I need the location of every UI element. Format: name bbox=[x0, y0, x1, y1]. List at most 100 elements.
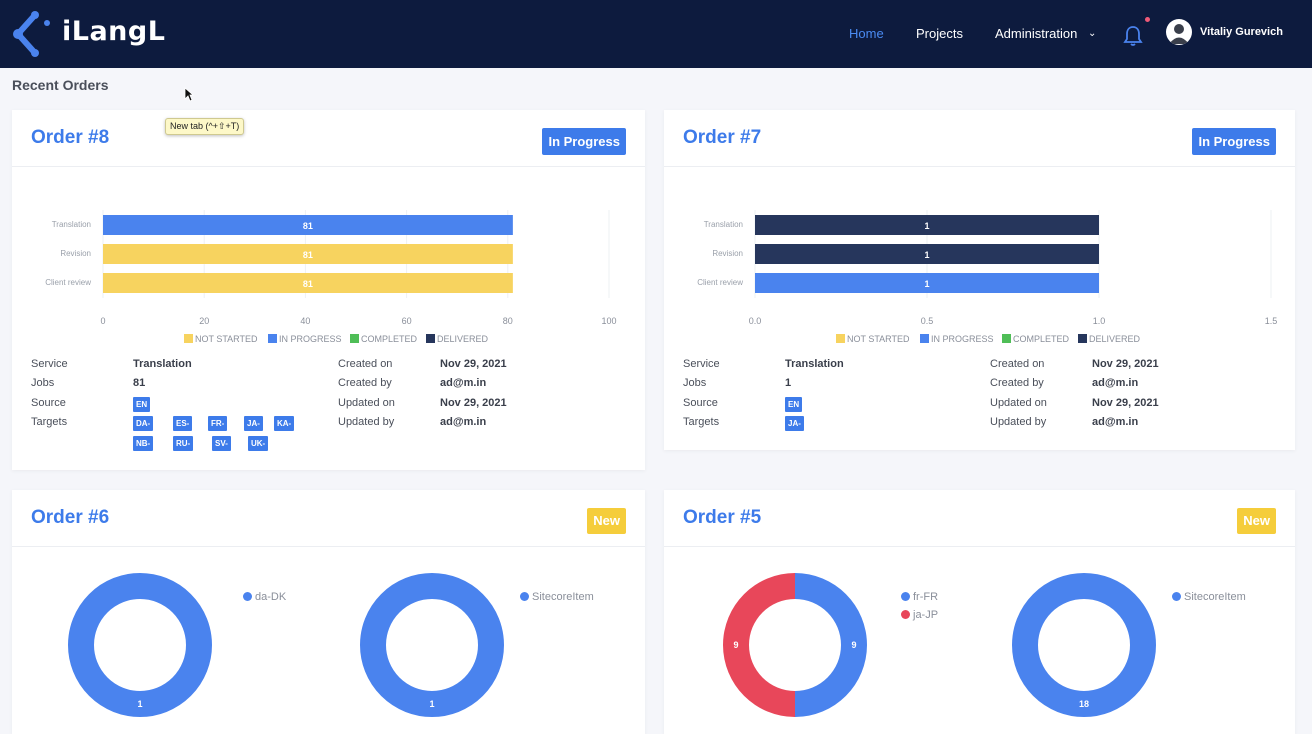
legend-dot bbox=[520, 592, 529, 601]
nav-home[interactable]: Home bbox=[849, 26, 884, 41]
legend-dot bbox=[901, 592, 910, 601]
x-tick-label: 1.5 bbox=[1265, 316, 1278, 326]
language-donut-chart: 1 bbox=[68, 573, 212, 717]
item-type-donut-chart: 1 bbox=[360, 573, 504, 717]
updated-on-label: Updated on bbox=[338, 397, 395, 409]
order-title[interactable]: Order #8 bbox=[31, 127, 109, 149]
donut-value-label: 9 bbox=[851, 640, 856, 650]
donut-slice[interactable] bbox=[1012, 573, 1156, 717]
jobs-label: Jobs bbox=[31, 377, 55, 389]
donut-legend: fr-FR ja-JP bbox=[901, 591, 938, 627]
y-category-label: Client review bbox=[697, 278, 743, 287]
targets-label: Targets bbox=[31, 416, 68, 428]
language-donut-chart: 99 bbox=[723, 573, 867, 717]
x-tick-label: 100 bbox=[601, 316, 616, 326]
top-navigation-bar: iLangL Home Projects Administration ⌄ Vi… bbox=[0, 0, 1312, 68]
chevron-down-icon[interactable]: ⌄ bbox=[1088, 28, 1096, 39]
legend-label: ja-JP bbox=[913, 609, 939, 621]
card-header: Order #8 In Progress bbox=[12, 110, 645, 167]
legend-label: SitecoreItem bbox=[532, 591, 594, 603]
created-on-value: Nov 29, 2021 bbox=[440, 358, 507, 370]
avatar[interactable] bbox=[1166, 19, 1192, 45]
updated-by-value: ad@m.in bbox=[1092, 416, 1139, 428]
legend-label: SitecoreItem bbox=[1184, 591, 1246, 603]
order-title[interactable]: Order #5 bbox=[683, 507, 761, 529]
donut-legend: da-DK bbox=[243, 591, 286, 609]
donut-value-label: 18 bbox=[1079, 699, 1089, 709]
order-title[interactable]: Order #7 bbox=[683, 127, 761, 149]
donut-legend-item[interactable]: da-DK bbox=[243, 591, 286, 603]
target-language-tag: DA-DK bbox=[133, 416, 154, 443]
donut-legend-item[interactable]: ja-JP bbox=[901, 609, 938, 621]
donut-value-label: 1 bbox=[137, 699, 142, 709]
created-on-value: Nov 29, 2021 bbox=[1092, 358, 1159, 370]
target-language-tag: JA-JP bbox=[244, 416, 263, 443]
source-language-tag: EN bbox=[133, 397, 151, 412]
legend-item[interactable]: DELIVERED bbox=[426, 334, 488, 344]
legend-item[interactable]: DELIVERED bbox=[1078, 334, 1140, 344]
donut-legend-item[interactable]: SitecoreItem bbox=[520, 591, 594, 603]
donut-legend-item[interactable]: fr-FR bbox=[901, 591, 938, 603]
bar-value-label: 81 bbox=[303, 221, 313, 231]
legend-dot bbox=[1172, 592, 1181, 601]
y-category-label: Revision bbox=[712, 249, 743, 258]
legend-swatch bbox=[268, 334, 277, 343]
legend-item[interactable]: IN PROGRESS bbox=[268, 334, 342, 344]
updated-on-value: Nov 29, 2021 bbox=[440, 397, 507, 409]
donut-value-label: 9 bbox=[733, 640, 738, 650]
created-on-label: Created on bbox=[990, 358, 1045, 370]
donut-slice[interactable] bbox=[360, 573, 504, 717]
created-by-value: ad@m.in bbox=[440, 377, 487, 389]
legend-swatch bbox=[1078, 334, 1087, 343]
nav-projects[interactable]: Projects bbox=[916, 26, 963, 41]
x-tick-label: 0.0 bbox=[749, 316, 762, 326]
item-type-donut-chart: 18 bbox=[1012, 573, 1156, 717]
legend-item[interactable]: NOT STARTED bbox=[836, 334, 910, 344]
legend-swatch bbox=[426, 334, 435, 343]
target-language-tag: JA-JP bbox=[785, 416, 804, 443]
order-7-progress-chart: 0.0 0.5 1.0 1.5 Translation 1 Revision 1 Client … bbox=[697, 210, 1278, 326]
user-icon bbox=[1169, 24, 1189, 44]
target-language-tag: RU-RU bbox=[173, 436, 194, 463]
legend-item[interactable]: IN PROGRESS bbox=[920, 334, 994, 344]
bar-value-label: 1 bbox=[924, 250, 929, 260]
target-language-tag: ES-ES bbox=[173, 416, 193, 443]
bell-icon[interactable] bbox=[1123, 25, 1143, 47]
y-category-label: Translation bbox=[52, 220, 91, 229]
target-language-tag: SV-SE bbox=[212, 436, 231, 463]
app-logo[interactable]: iLangL bbox=[12, 10, 165, 58]
donut-legend-item[interactable]: SitecoreItem bbox=[1172, 591, 1246, 603]
updated-on-value: Nov 29, 2021 bbox=[1092, 397, 1159, 409]
target-language-tag: NB-NO bbox=[133, 436, 154, 463]
service-label: Service bbox=[683, 358, 720, 370]
legend-label: NOT STARTED bbox=[847, 334, 910, 344]
status-badge: New bbox=[1237, 508, 1276, 534]
legend-label: fr-FR bbox=[913, 591, 939, 603]
mouse-cursor-icon bbox=[184, 87, 194, 102]
legend-item[interactable]: NOT STARTED bbox=[184, 334, 258, 344]
legend-label: IN PROGRESS bbox=[279, 334, 342, 344]
legend-label: da-DK bbox=[255, 591, 287, 603]
card-header: Order #7 In Progress bbox=[664, 110, 1295, 167]
created-by-value: ad@m.in bbox=[1092, 377, 1139, 389]
x-tick-label: 40 bbox=[300, 316, 310, 326]
status-badge: New bbox=[587, 508, 626, 534]
donut-legend: SitecoreItem bbox=[520, 591, 594, 609]
source-label: Source bbox=[683, 397, 718, 409]
user-name[interactable]: Vitaliy Gurevich bbox=[1200, 26, 1283, 38]
bar-value-label: 1 bbox=[924, 279, 929, 289]
legend-label: COMPLETED bbox=[361, 334, 418, 344]
nav-administration[interactable]: Administration bbox=[995, 26, 1077, 41]
donut-slice[interactable] bbox=[68, 573, 212, 717]
created-on-label: Created on bbox=[338, 358, 393, 370]
updated-on-label: Updated on bbox=[990, 397, 1047, 409]
legend-swatch bbox=[350, 334, 359, 343]
target-language-tag: UK-UA bbox=[248, 436, 269, 463]
legend-swatch bbox=[836, 334, 845, 343]
target-language-tag: FR-FR bbox=[208, 416, 228, 443]
source-language-tag: EN bbox=[785, 397, 803, 412]
legend-item[interactable]: COMPLETED bbox=[350, 334, 417, 344]
y-category-label: Translation bbox=[704, 220, 743, 229]
order-title[interactable]: Order #6 bbox=[31, 507, 109, 529]
legend-item[interactable]: COMPLETED bbox=[1002, 334, 1069, 344]
